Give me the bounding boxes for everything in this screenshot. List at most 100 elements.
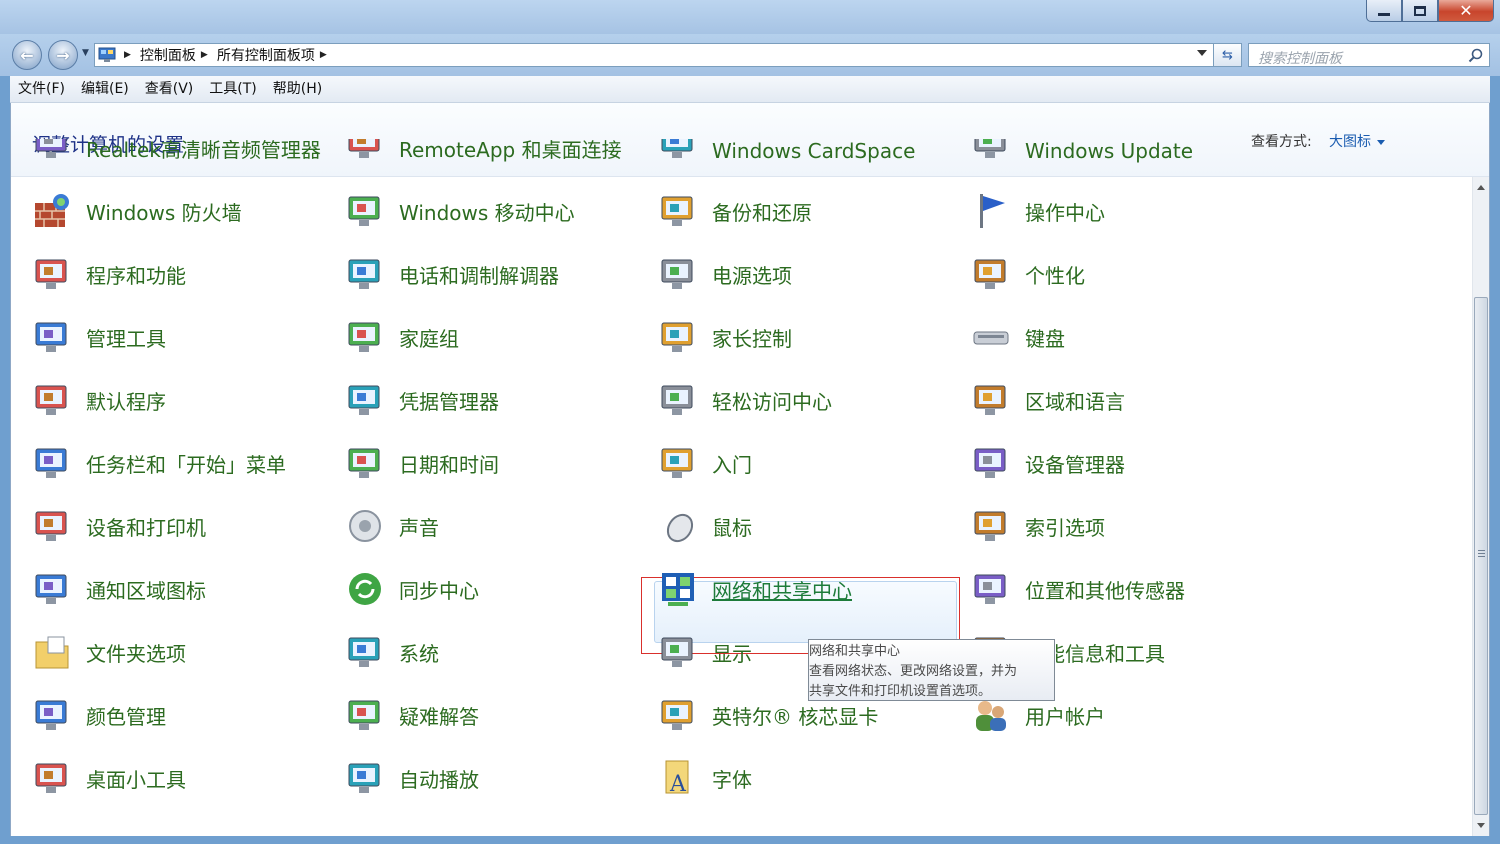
scroll-up-icon[interactable]: [1477, 185, 1485, 190]
control-panel-item[interactable]: 轻松访问中心: [658, 374, 958, 426]
control-panel-item-partial[interactable]: Windows Update: [971, 139, 1271, 163]
control-panel-item[interactable]: 文件夹选项: [32, 626, 332, 678]
forward-button[interactable]: →: [48, 40, 78, 70]
control-panel-item[interactable]: A 字体: [658, 752, 958, 804]
control-panel-item-partial[interactable]: Windows CardSpace: [658, 139, 958, 163]
menu-edit[interactable]: 编辑(E): [73, 76, 137, 103]
scroll-down-icon[interactable]: [1477, 823, 1485, 828]
navigation-bar: ← → ▼ ▶ 控制面板 ▶ 所有控制面板项 ▶ ⇆ 搜索控制面板: [0, 34, 1500, 76]
control-panel-item[interactable]: 自动播放: [345, 752, 645, 804]
control-panel-item[interactable]: 疑难解答: [345, 689, 645, 741]
item-label: 默认程序: [86, 389, 166, 414]
menu-view[interactable]: 查看(V): [137, 76, 202, 103]
item-label: 英特尔® 核芯显卡: [712, 704, 879, 729]
control-panel-item[interactable]: 索引选项: [971, 500, 1271, 552]
item-label: 设备管理器: [1025, 452, 1125, 477]
view-by-dropdown[interactable]: 大图标: [1329, 131, 1385, 151]
control-panel-item[interactable]: 键盘: [971, 311, 1271, 363]
item-label: 管理工具: [86, 326, 166, 351]
item-label: 电话和调制解调器: [399, 263, 559, 288]
control-panel-item[interactable]: 系统: [345, 626, 645, 678]
control-panel-item[interactable]: 同步中心: [345, 563, 645, 615]
search-input[interactable]: 搜索控制面板: [1248, 43, 1490, 67]
control-panel-item[interactable]: 默认程序: [32, 374, 332, 426]
desktop-gadgets-icon: [32, 758, 72, 798]
maximize-icon: [1414, 5, 1426, 16]
item-label: Windows Update: [1025, 139, 1194, 163]
close-button[interactable]: ✕: [1438, 0, 1494, 22]
action-center-icon: [971, 191, 1011, 231]
control-panel-item-partial[interactable]: RemoteApp 和桌面连接: [345, 139, 645, 163]
control-panel-item[interactable]: 电源选项: [658, 248, 958, 300]
control-panel-item[interactable]: 操作中心: [971, 185, 1271, 237]
control-panel-item[interactable]: 入门: [658, 437, 958, 489]
control-panel-item[interactable]: 声音: [345, 500, 645, 552]
address-bar[interactable]: ▶ 控制面板 ▶ 所有控制面板项 ▶: [94, 43, 1214, 67]
menu-help[interactable]: 帮助(H): [265, 76, 330, 103]
control-panel-item[interactable]: 家庭组: [345, 311, 645, 363]
back-button[interactable]: ←: [12, 40, 42, 70]
personalization-icon: [971, 254, 1011, 294]
tooltip-line-2: 共享文件和打印机设置首选项。: [809, 684, 992, 699]
item-label: 疑难解答: [399, 704, 479, 729]
display-icon: [658, 632, 698, 672]
control-panel-item[interactable]: 颜色管理: [32, 689, 332, 741]
breadcrumb-all-items[interactable]: 所有控制面板项: [217, 45, 315, 65]
breadcrumb-separator[interactable]: ▶: [320, 50, 327, 60]
arrow-right-icon: →: [56, 45, 70, 65]
item-label: 桌面小工具: [86, 767, 186, 792]
search-icon[interactable]: [1468, 48, 1483, 67]
item-label: 程序和功能: [86, 263, 186, 288]
menu-file[interactable]: 文件(F): [10, 76, 73, 103]
item-label: 网络和共享中心: [712, 578, 852, 603]
item-label: 日期和时间: [399, 452, 499, 477]
control-panel-item[interactable]: 家长控制: [658, 311, 958, 363]
breadcrumb-separator[interactable]: ▶: [201, 50, 208, 60]
control-panel-item[interactable]: Windows 防火墙: [32, 185, 332, 237]
control-panel-item[interactable]: 通知区域图标: [32, 563, 332, 615]
breadcrumb-separator[interactable]: ▶: [124, 50, 131, 60]
control-panel-item[interactable]: 设备和打印机: [32, 500, 332, 552]
refresh-button[interactable]: ⇆: [1214, 43, 1242, 67]
control-panel-item[interactable]: 凭据管理器: [345, 374, 645, 426]
item-label: 位置和其他传感器: [1025, 578, 1185, 603]
notification-icons-icon: [32, 569, 72, 609]
maximize-button[interactable]: [1402, 0, 1438, 22]
recent-pages-dropdown[interactable]: ▼: [82, 48, 89, 58]
control-panel-item[interactable]: 鼠标: [658, 500, 958, 552]
address-dropdown[interactable]: [1197, 50, 1207, 56]
region-language-icon: [971, 380, 1011, 420]
control-panel-item[interactable]: 日期和时间: [345, 437, 645, 489]
control-panel-item[interactable]: 任务栏和「开始」菜单: [32, 437, 332, 489]
firewall-icon: [32, 191, 72, 231]
devices-printers-icon: [32, 506, 72, 546]
vertical-scrollbar[interactable]: [1472, 177, 1489, 836]
control-panel-item[interactable]: 位置和其他传感器: [971, 563, 1271, 615]
control-panel-item[interactable]: Windows 移动中心: [345, 185, 645, 237]
backup-icon: [658, 191, 698, 231]
minimize-button[interactable]: [1366, 0, 1402, 22]
control-panel-item[interactable]: 管理工具: [32, 311, 332, 363]
arrow-left-icon: ←: [20, 45, 34, 65]
control-panel-item[interactable]: 区域和语言: [971, 374, 1271, 426]
partial-item-icon: [345, 139, 385, 163]
scroll-thumb[interactable]: [1474, 297, 1488, 815]
item-label: 文件夹选项: [86, 641, 186, 666]
item-label: 操作中心: [1025, 200, 1105, 225]
item-label: 设备和打印机: [86, 515, 206, 540]
control-panel-item[interactable]: 桌面小工具: [32, 752, 332, 804]
tooltip-line-1: 查看网络状态、更改网络设置，并为: [809, 664, 1018, 679]
menu-tools[interactable]: 工具(T): [201, 76, 264, 103]
control-panel-item[interactable]: 个性化: [971, 248, 1271, 300]
control-panel-item-partial[interactable]: Realtek高清晰音频管理器: [32, 139, 332, 163]
item-label: 轻松访问中心: [712, 389, 832, 414]
folder-options-icon: [32, 632, 72, 672]
control-panel-item[interactable]: 电话和调制解调器: [345, 248, 645, 300]
control-panel-item[interactable]: 程序和功能: [32, 248, 332, 300]
control-panel-item[interactable]: 设备管理器: [971, 437, 1271, 489]
item-label: 字体: [712, 767, 752, 792]
control-panel-item[interactable]: 网络和共享中心: [658, 563, 958, 615]
breadcrumb-control-panel[interactable]: 控制面板: [140, 45, 196, 65]
view-by-value: 大图标: [1329, 134, 1371, 150]
control-panel-item[interactable]: 备份和还原: [658, 185, 958, 237]
